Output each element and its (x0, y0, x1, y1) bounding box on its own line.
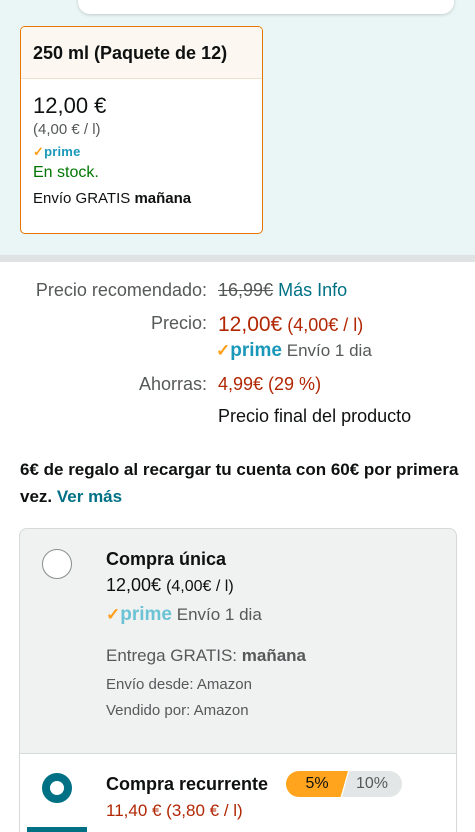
discount-badge-10[interactable]: 10% (342, 771, 402, 797)
option-recurring[interactable]: Compra recurrente 5% 10% 11,40 € (3,80 €… (20, 753, 456, 832)
discount-badge-5[interactable]: 5% (286, 771, 348, 797)
see-more-link[interactable]: Ver más (57, 487, 122, 506)
rrp-label: Precio recomendado: (35, 280, 207, 300)
variant-price: 12,00 € (33, 93, 107, 118)
one-time-title: Compra única (106, 549, 227, 569)
prime-shipping: Envío 1 dia (286, 341, 372, 360)
price-value: 12,00€ (218, 313, 283, 336)
prime-logo: prime (230, 340, 282, 361)
one-time-delivery: Entrega GRATIS: mañana (106, 646, 306, 665)
radio-recurring[interactable] (42, 773, 72, 803)
bottom-accent-bar (27, 827, 87, 832)
variant-size-label: 250 ml (Paquete de 12) (21, 27, 262, 79)
ships-from: Envío desde: Amazon (106, 676, 252, 693)
savings-value: 4,99€ (29 %) (218, 374, 322, 394)
prime-check-icon: ✓ (33, 144, 45, 159)
recurring-price: 11,40 € (3,80 € / l) (106, 801, 243, 820)
prime-check-icon: ✓ (216, 341, 231, 360)
recurring-title: Compra recurrente (106, 774, 269, 794)
prime-check-icon: ✓ (106, 605, 121, 624)
rrp-value: 16,99€ (218, 280, 274, 300)
variant-shipping: Envío GRATIS mañana (33, 190, 192, 207)
one-time-price: 12,00€ (4,00€ / l) (106, 575, 234, 595)
search-bar-edge[interactable] (78, 0, 454, 14)
stock-status: En stock. (33, 164, 99, 181)
option-one-time[interactable]: Compra única 12,00€ (4,00€ / l) ✓prime E… (20, 529, 456, 753)
more-info-link[interactable]: Más Info (278, 280, 347, 300)
variant-card-selected[interactable]: 250 ml (Paquete de 12) 12,00 € (4,00 € /… (20, 26, 263, 234)
variant-unit-price: (4,00 € / l) (33, 121, 101, 138)
prime-badge: ✓prime (33, 144, 81, 159)
purchase-options: Compra única 12,00€ (4,00€ / l) ✓prime E… (19, 528, 457, 832)
final-price-note: Precio final del producto (218, 406, 412, 426)
savings-label: Ahorras: (138, 374, 207, 394)
radio-one-time[interactable] (42, 549, 72, 579)
sold-by: Vendido por: Amazon (106, 702, 249, 719)
one-time-prime: ✓prime Envío 1 dia (106, 604, 262, 625)
price-label: Precio: (150, 313, 207, 333)
promo-message: 6€ de regalo al recargar tu cuenta con 6… (20, 460, 459, 506)
price-unit: (4,00€ / l) (287, 315, 364, 335)
section-divider (0, 255, 475, 262)
